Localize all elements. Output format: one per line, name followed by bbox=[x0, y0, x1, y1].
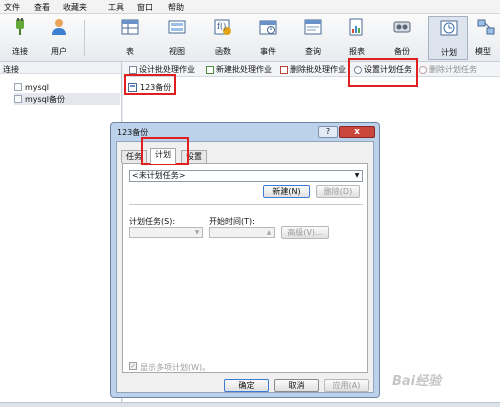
model-icon bbox=[477, 19, 495, 35]
apply-button[interactable]: 应用(A) bbox=[324, 379, 369, 392]
object-toolbar: 设计批处理作业 新建批处理作业 删除批处理作业 设置计划任务 删除计划任务 bbox=[123, 62, 500, 77]
divider bbox=[129, 204, 363, 205]
new-batch-job-button[interactable]: 新建批处理作业 bbox=[206, 64, 272, 75]
highlight-batch-job bbox=[124, 74, 176, 95]
status-bar bbox=[0, 402, 500, 407]
toolbar-table-label: 表 bbox=[126, 47, 134, 56]
toolbar-user-button[interactable]: 用户 bbox=[39, 16, 79, 60]
report-icon bbox=[349, 18, 363, 36]
menu-file[interactable]: 文件 bbox=[4, 2, 20, 13]
toolbar-function-label: 函数 bbox=[215, 47, 231, 56]
schedule-task-label: 计划任务(S): bbox=[129, 217, 176, 226]
dialog-help-button[interactable]: ? bbox=[318, 126, 338, 138]
backup-icon bbox=[393, 21, 411, 33]
show-multiple-label: 显示多项计划(W)。 bbox=[140, 363, 211, 372]
tab-schedule[interactable]: 计划 bbox=[150, 148, 176, 164]
toolbar-view-label: 视图 bbox=[169, 47, 185, 56]
event-icon bbox=[259, 20, 277, 35]
schedule-tab-panel: <未计划任务> ▼ 新建(N) 删除(D) 计划任务(S): 开始时间(T): … bbox=[122, 163, 368, 373]
toolbar-model-label: 模型 bbox=[475, 47, 491, 56]
toolbar-schedule-label: 计划 bbox=[441, 48, 457, 57]
menu-favorites[interactable]: 收藏夹 bbox=[63, 2, 87, 13]
delete-batch-job-button[interactable]: 删除批处理作业 bbox=[280, 64, 346, 75]
new-batch-job-label: 新建批处理作业 bbox=[216, 65, 272, 74]
toolbar-connect-button[interactable]: 连接 bbox=[0, 16, 40, 60]
toolbar-backup-button[interactable]: 备份 bbox=[382, 16, 422, 60]
menu-window[interactable]: 窗口 bbox=[137, 2, 153, 13]
schedule-task-select[interactable]: ▼ bbox=[129, 227, 203, 238]
watermark: Bai经验 bbox=[392, 374, 442, 389]
toolbar-model-button[interactable]: 模型 bbox=[472, 16, 500, 60]
toolbar-backup-label: 备份 bbox=[394, 47, 410, 56]
connection-panel-header: 连接 bbox=[0, 62, 121, 74]
toolbar-view-button[interactable]: 视图 bbox=[157, 16, 197, 60]
delete-schedule-task-button[interactable]: 删除计划任务 bbox=[419, 64, 477, 75]
table-icon bbox=[121, 19, 139, 35]
menu-view[interactable]: 查看 bbox=[34, 2, 50, 13]
toolbar-event-button[interactable]: 事件 bbox=[248, 16, 288, 60]
toolbar-user-label: 用户 bbox=[51, 47, 67, 56]
menu-tools[interactable]: 工具 bbox=[108, 2, 124, 13]
connection-label: mysql备份 bbox=[25, 94, 65, 104]
advanced-button[interactable]: 高级(V)... bbox=[281, 226, 329, 239]
toolbar-event-label: 事件 bbox=[260, 47, 276, 56]
view-icon bbox=[168, 20, 186, 34]
main-toolbar: 连接 用户 表 视图 f() 函数 事件 查询 报表 备份 计划 模型 bbox=[0, 14, 500, 62]
chevron-down-icon: ▼ bbox=[354, 172, 360, 179]
toolbar-query-label: 查询 bbox=[305, 47, 321, 56]
toolbar-connect-label: 连接 bbox=[12, 47, 28, 56]
menu-help[interactable]: 帮助 bbox=[168, 2, 184, 13]
dialog-body: 任务 计划 设置 <未计划任务> ▼ 新建(N) 删除(D) 计划任务(S): … bbox=[116, 141, 374, 393]
database-icon bbox=[14, 95, 22, 103]
svg-text:f(): f() bbox=[217, 22, 226, 31]
highlight-set-schedule bbox=[348, 58, 418, 87]
new-schedule-button[interactable]: 新建(N) bbox=[263, 185, 310, 198]
query-icon bbox=[304, 19, 322, 35]
delete-schedule-task-label: 删除计划任务 bbox=[429, 65, 477, 74]
spinner-icon: ▲ bbox=[266, 229, 272, 236]
cancel-button[interactable]: 取消 bbox=[274, 379, 319, 392]
start-time-field[interactable]: ▲ bbox=[209, 227, 275, 238]
connection-label: mysql bbox=[25, 82, 49, 92]
function-icon: f() bbox=[214, 19, 231, 35]
delete-clock-icon bbox=[419, 65, 427, 74]
design-icon bbox=[129, 65, 137, 74]
start-time-label: 开始时间(T): bbox=[209, 217, 255, 226]
schedule-dialog: 123备份 ? x 任务 计划 设置 <未计划任务> ▼ 新建(N) 删除(D)… bbox=[110, 122, 380, 398]
delete-schedule-button[interactable]: 删除(D) bbox=[316, 185, 360, 198]
ok-button[interactable]: 确定 bbox=[224, 379, 269, 392]
connection-item-mysql[interactable]: mysql bbox=[14, 81, 49, 93]
toolbar-table-button[interactable]: 表 bbox=[110, 16, 150, 60]
chevron-down-icon: ▼ bbox=[194, 229, 200, 236]
show-multiple-checkbox[interactable]: ✓ bbox=[129, 362, 137, 370]
schedule-select-value: <未计划任务> bbox=[132, 171, 186, 180]
delete-icon bbox=[280, 65, 288, 74]
toolbar-function-button[interactable]: f() 函数 bbox=[203, 16, 243, 60]
delete-batch-job-label: 删除批处理作业 bbox=[290, 65, 346, 74]
toolbar-schedule-button[interactable]: 计划 bbox=[428, 16, 468, 60]
user-icon bbox=[52, 19, 66, 35]
plug-icon bbox=[16, 18, 24, 35]
toolbar-report-label: 报表 bbox=[349, 47, 365, 56]
toolbar-separator bbox=[84, 20, 85, 56]
schedule-select[interactable]: <未计划任务> ▼ bbox=[129, 170, 363, 182]
schedule-icon bbox=[440, 20, 458, 36]
toolbar-query-button[interactable]: 查询 bbox=[293, 16, 333, 60]
toolbar-report-button[interactable]: 报表 bbox=[337, 16, 377, 60]
new-icon bbox=[206, 65, 214, 74]
database-icon bbox=[14, 83, 22, 91]
menu-bar: 文件 查看 收藏夹 工具 窗口 帮助 bbox=[0, 0, 500, 14]
dialog-close-button[interactable]: x bbox=[339, 126, 375, 138]
connection-item-mysql-backup[interactable]: mysql备份 bbox=[14, 93, 120, 105]
connection-panel: 连接 mysql mysql备份 bbox=[0, 62, 122, 402]
